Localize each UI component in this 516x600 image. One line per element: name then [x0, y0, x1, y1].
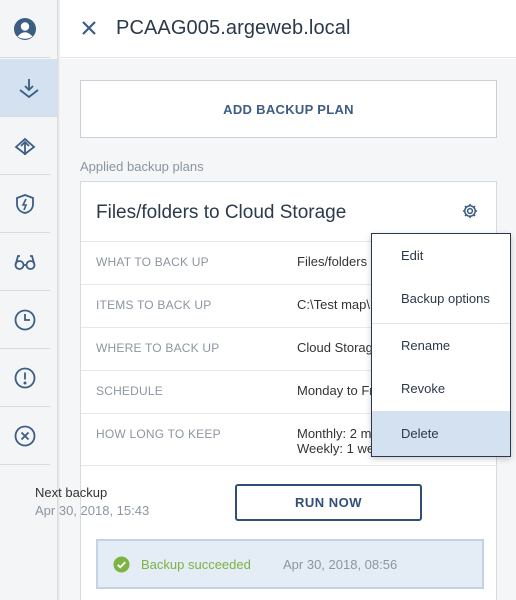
- page-title: PCAAG005.argeweb.local: [116, 17, 351, 39]
- clock-icon: [14, 309, 36, 330]
- row-value: Cloud Storage: [297, 340, 381, 355]
- run-now-button[interactable]: RUN NOW: [235, 484, 422, 521]
- menu-item-backup-options[interactable]: Backup options: [372, 277, 510, 320]
- row-value: Files/folders: [297, 254, 368, 269]
- panel-header: PCAAG005.argeweb.local: [60, 0, 516, 58]
- sidebar-item-activities[interactable]: [0, 291, 50, 349]
- cancel-icon: [14, 425, 36, 446]
- shield-icon: [16, 193, 34, 214]
- glasses-icon: [14, 254, 36, 270]
- section-label: Applied backup plans: [80, 159, 204, 174]
- gear-icon[interactable]: [461, 202, 479, 220]
- next-backup-label: Next backup: [35, 485, 108, 500]
- sidebar-item-monitoring[interactable]: [0, 233, 50, 291]
- sidebar-item-alerts[interactable]: [0, 349, 50, 407]
- close-icon[interactable]: [78, 17, 100, 39]
- user-icon: [14, 17, 36, 40]
- row-key: WHAT TO BACK UP: [96, 255, 209, 269]
- backup-icon: [18, 78, 39, 98]
- context-menu: Edit Backup options Rename Revoke Delete: [371, 233, 511, 457]
- sidebar-item-cancel[interactable]: [0, 407, 50, 465]
- row-key: WHERE TO BACK UP: [96, 341, 220, 355]
- menu-item-edit[interactable]: Edit: [372, 234, 510, 277]
- menu-item-rename[interactable]: Rename: [372, 324, 510, 367]
- sidebar-item-backup[interactable]: [0, 59, 57, 117]
- status-time: Apr 30, 2018, 08:56: [283, 557, 398, 572]
- next-backup-time: Apr 30, 2018, 15:43: [35, 503, 150, 518]
- menu-item-revoke[interactable]: Revoke: [372, 367, 510, 410]
- status-banner: Backup succeeded Apr 30, 2018, 08:56: [96, 539, 484, 589]
- plan-title: Files/folders to Cloud Storage: [96, 202, 347, 223]
- menu-item-delete[interactable]: Delete: [372, 411, 510, 456]
- sidebar-item-protection[interactable]: [0, 175, 50, 233]
- row-key: ITEMS TO BACK UP: [96, 298, 212, 312]
- add-backup-plan-button[interactable]: ADD BACKUP PLAN: [80, 80, 497, 138]
- status-text: Backup succeeded: [141, 557, 251, 572]
- row-key: HOW LONG TO KEEP: [96, 427, 221, 441]
- sidebar-item-recovery[interactable]: [0, 117, 50, 175]
- sidebar-item-account[interactable]: [0, 0, 50, 58]
- row-value: C:\Test map\: [297, 297, 370, 312]
- row-key: SCHEDULE: [96, 384, 163, 398]
- check-circle-icon: [113, 556, 130, 573]
- recovery-icon: [14, 137, 36, 155]
- alert-icon: [14, 367, 36, 388]
